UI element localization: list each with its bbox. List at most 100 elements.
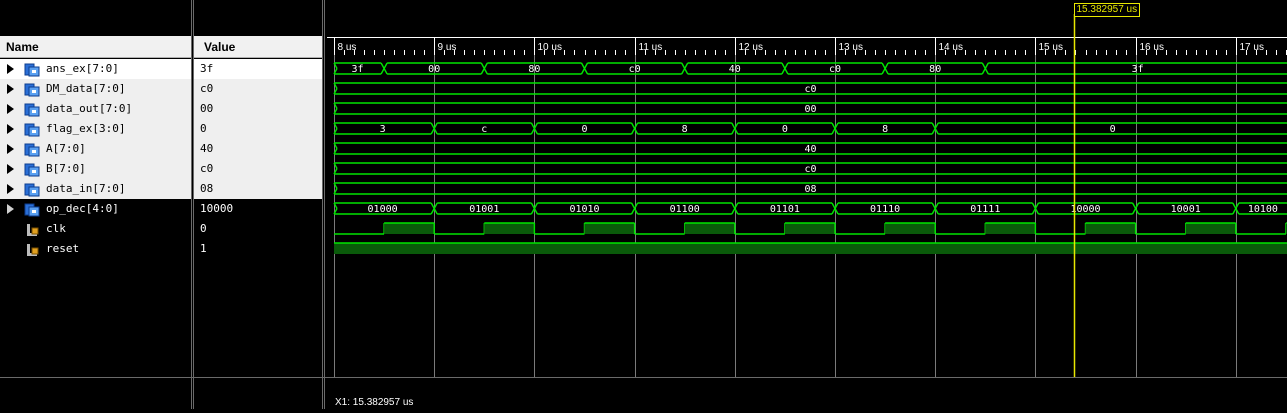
high-level-fill [784, 223, 835, 234]
expand-arrow-icon[interactable] [7, 84, 14, 94]
bus-value-label: 00 [804, 104, 816, 115]
bus-value-label: 40 [729, 64, 741, 75]
bus-value-label: 8 [882, 124, 888, 135]
bus-value-label: 01010 [569, 204, 599, 215]
signal-name-row[interactable]: clk [0, 219, 191, 239]
ruler-tick-label: 14 us [939, 42, 963, 53]
bus-value-label: c0 [804, 84, 816, 95]
ruler-tick-label: 9 us [438, 42, 457, 53]
bus-value-label: 01101 [770, 204, 800, 215]
bus-value-label: 01001 [469, 204, 499, 215]
bus-value-label: 80 [528, 64, 540, 75]
signal-value: c0 [200, 82, 214, 95]
signal-name-row[interactable]: flag_ex[3:0] [0, 119, 191, 139]
signal-value: 10000 [200, 202, 234, 215]
ruler-tick-label: 12 us [739, 42, 763, 53]
signal-name: ans_ex[7:0] [46, 62, 119, 75]
ruler-tick-label: 13 us [839, 42, 863, 53]
bus-value-label: 08 [804, 184, 816, 195]
signal-name: clk [46, 222, 66, 235]
signal-name: data_out[7:0] [46, 102, 133, 115]
signal-name-row[interactable]: B[7:0] [0, 159, 191, 179]
high-level-fill [384, 223, 435, 234]
signal-value-row[interactable]: 08 [194, 179, 322, 199]
bus-value-label: 3 [380, 124, 386, 135]
cursor-readout: X1: 15.382957 us [335, 397, 414, 408]
bus-value-label: 3f [352, 64, 364, 75]
ruler-tick-label: 16 us [1140, 42, 1164, 53]
bus-value-label: 40 [804, 144, 816, 155]
bus-value-label: 0 [1110, 124, 1116, 135]
signal-name-row[interactable]: reset [0, 239, 191, 259]
high-level-fill [1085, 223, 1136, 234]
signal-name-row[interactable]: DM_data[7:0] [0, 79, 191, 99]
bus-value-label: 10001 [1171, 204, 1201, 215]
bus-value-label: c0 [629, 64, 641, 75]
signal-value-row[interactable]: 0 [194, 219, 322, 239]
signal-name-row[interactable]: op_dec[4:0] [0, 199, 191, 219]
high-level-fill [985, 223, 1036, 234]
signal-value: 3f [200, 62, 214, 75]
bus-value-label: 01000 [368, 204, 398, 215]
signal-value-row[interactable]: 10000 [194, 199, 322, 219]
signal-value-row[interactable]: c0 [194, 159, 322, 179]
signal-name: DM_data[7:0] [46, 82, 126, 95]
ruler-tick-label: 11 us [639, 42, 663, 53]
expand-arrow-icon[interactable] [7, 164, 14, 174]
signal-value: 00 [200, 102, 214, 115]
signal-name: flag_ex[3:0] [46, 122, 126, 135]
bottom-status-divider [0, 377, 1287, 378]
signal-name-row[interactable]: data_in[7:0] [0, 179, 191, 199]
expand-arrow-icon[interactable] [7, 124, 14, 134]
signal-name: op_dec[4:0] [46, 202, 119, 215]
expand-arrow-icon[interactable] [7, 204, 14, 214]
signal-value-row[interactable]: 40 [194, 139, 322, 159]
bus-value-label: 01111 [970, 204, 1000, 215]
bus-value-label: 8 [682, 124, 688, 135]
bus-value-label: 00 [428, 64, 440, 75]
signal-names-panel: Name ans_ex[7:0] DM_data[7:0] data_out[7:0… [0, 0, 191, 409]
high-level-fill [584, 223, 635, 234]
ruler-tick-label: 15 us [1039, 42, 1063, 53]
waveform-canvas[interactable]: 8 us 9 us 10 us 11 us 12 us 13 us 14 us 15 us 16… [327, 0, 1287, 409]
cursor-time-label[interactable]: 15.382957 us [1073, 3, 1141, 17]
signal-name-row[interactable]: A[7:0] [0, 139, 191, 159]
expand-arrow-icon[interactable] [7, 64, 14, 74]
signal-name: reset [46, 242, 80, 255]
signal-value: 1 [200, 242, 207, 255]
bus-value-label: 01100 [670, 204, 700, 215]
bus-value-label: 80 [929, 64, 941, 75]
signal-value-row[interactable]: 0 [194, 119, 322, 139]
signal-name-row[interactable]: ans_ex[7:0] [0, 59, 191, 79]
waveform-viewer: Name ans_ex[7:0] DM_data[7:0] data_out[7:0… [0, 0, 1287, 409]
signal-value: 0 [200, 222, 207, 235]
bus-value-label: 0 [782, 124, 788, 135]
values-panel-divider[interactable] [322, 0, 325, 409]
value-column-header[interactable]: Value [194, 36, 322, 58]
signal-value-row[interactable]: 1 [194, 239, 322, 259]
bus-value-label: c [481, 124, 487, 135]
signal-value-row[interactable]: 3f [194, 59, 322, 79]
bus-value-label: c0 [804, 164, 816, 175]
high-level-fill [1185, 223, 1236, 234]
expand-arrow-icon[interactable] [7, 184, 14, 194]
high-level-fill [684, 223, 735, 234]
high-level-fill [885, 223, 936, 234]
ruler-tick-label: 10 us [538, 42, 562, 53]
name-column-header[interactable]: Name [0, 36, 191, 58]
signal-value: c0 [200, 162, 214, 175]
bus-value-label: 10100 [1248, 204, 1278, 215]
signal-value-row[interactable]: 00 [194, 99, 322, 119]
signal-name-row[interactable]: data_out[7:0] [0, 99, 191, 119]
signal-name: A[7:0] [46, 142, 86, 155]
expand-arrow-icon[interactable] [7, 144, 14, 154]
bus-value-label: 01110 [870, 204, 900, 215]
ruler-tick-label: 8 us [338, 42, 357, 53]
waveform-panel[interactable]: 8 us 9 us 10 us 11 us 12 us 13 us 14 us 15 us 16… [327, 0, 1287, 409]
bus-value-label: c0 [829, 64, 841, 75]
signal-value: 0 [200, 122, 207, 135]
signal-values-panel: Value 3f c0 00 0 40 c0 08 10000 0 1 [194, 0, 322, 409]
expand-arrow-icon[interactable] [7, 104, 14, 114]
signal-value-row[interactable]: c0 [194, 79, 322, 99]
bus-value-label: 3f [1132, 64, 1144, 75]
